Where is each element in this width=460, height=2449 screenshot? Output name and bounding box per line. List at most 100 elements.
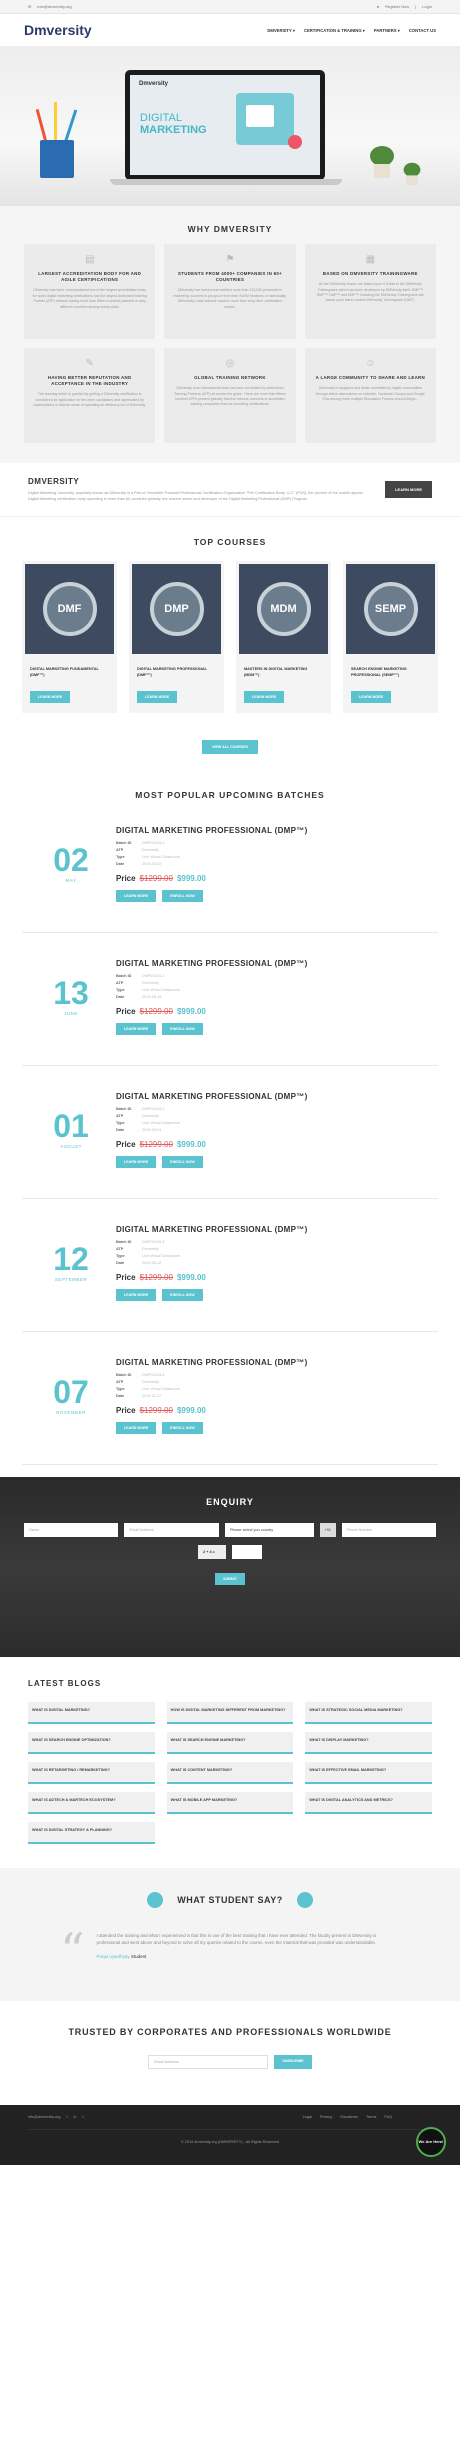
twitter-icon[interactable]: t [83,2115,84,2119]
why-card: ◎ GLOBAL TRAINING NETWORK DMversity is an … [164,348,296,443]
batch-date: 2019-05-02 [142,862,162,867]
blog-item[interactable]: WHAT IS DISPLAY MARKETING? [305,1732,432,1755]
batch-learn-more-button[interactable]: LEARN MORE [116,1023,157,1036]
course-learn-more-button[interactable]: LEARN MORE [30,691,71,704]
course-card[interactable]: DMF DIGITAL MARKETING FUNDAMENTAL (DMF™) L… [22,561,117,714]
logo[interactable]: Dmversity [24,22,92,38]
enroll-now-button[interactable]: ENROLL NOW [162,1023,203,1036]
batch-type: Live Virtual Classroom [142,1254,180,1259]
topbar-email[interactable]: info@dmversity.org [37,4,71,9]
upcoming-batches-section: MOST POPULAR UPCOMING BATCHES 02 MAY DIGI… [0,778,460,1477]
mail-icon: ✉ [28,4,32,9]
enroll-now-button[interactable]: ENROLL NOW [162,1156,203,1169]
blog-item[interactable]: WHAT IS DIGITAL ANALYTICS AND METRICS? [305,1792,432,1815]
blog-item[interactable]: WHAT IS EFFECTIVE EMAIL MARKETING? [305,1762,432,1785]
blog-item[interactable]: WHAT IS MOBILE APP MARKETING? [166,1792,294,1815]
course-card[interactable]: MDM MASTERS IN DIGITAL MARKETING (MDM™) LE… [236,561,331,714]
phone-input[interactable]: Phone Number [341,1523,436,1538]
footer-link-terms[interactable]: Terms [366,2115,376,2119]
footer-email[interactable]: info@dmversity.org [28,2115,60,2119]
certificate-icon: ▤ [84,254,95,265]
view-all-courses-button[interactable]: VIEW ALL COURSES [202,740,258,755]
footer-link-privacy[interactable]: Privacy [320,2115,332,2119]
top-bar: ✉ info@dmversity.org ● Register Now | Login [0,0,460,14]
batch-atp: Dmversity [142,848,159,853]
enquiry-title: ENQUIRY [206,1497,254,1508]
next-arrow-icon[interactable] [296,1892,313,1909]
course-card[interactable]: SEMP SEARCH ENGINE MARKETING PROFESSIONAL… [343,561,438,714]
course-learn-more-button[interactable]: LEARN MORE [137,691,178,704]
batch-type: Live Virtual Classroom [142,988,180,993]
blog-item[interactable]: WHAT IS CONTENT MARKETING? [166,1762,294,1785]
batch-type: Live Virtual Classroom [142,855,180,860]
batch-type: Live Virtual Classroom [142,1387,180,1392]
trusted-section: TRUSTED BY CORPORATES AND PROFESSIONALS … [0,2001,460,2105]
blog-item[interactable]: WHAT IS SEARCH ENGINE OPTIMIZATION? [28,1732,155,1755]
footer-link-faq[interactable]: FAQ [384,2115,392,2119]
testimonial-role: Student [130,1954,147,1960]
submit-button[interactable]: SUBMIT [215,1573,245,1586]
batch-learn-more-button[interactable]: LEARN MORE [116,890,157,903]
book-icon: ▦ [365,254,376,265]
captcha-input[interactable] [232,1545,262,1560]
course-card[interactable]: DMP DIGITAL MARKETING PROFESSIONAL (DMP™)… [129,561,224,714]
enroll-now-button[interactable]: ENROLL NOW [162,890,203,903]
name-input[interactable]: Name [24,1523,119,1538]
blog-item[interactable]: WHAT IS ADTECH & MARTECH ECOSYSTEM? [28,1792,155,1815]
testimonial-title: WHAT STUDENT SAY? [177,1895,283,1906]
batch-learn-more-button[interactable]: LEARN MORE [116,1156,157,1169]
trusted-title: TRUSTED BY CORPORATES AND PROFESSIONALS … [68,2026,392,2037]
nav-item-contact[interactable]: CONTACT US [409,28,436,33]
students-icon: ⚑ [225,254,235,265]
enroll-now-button[interactable]: ENROLL NOW [162,1422,203,1435]
new-price: $999.00 [176,1007,206,1017]
batch-title: DIGITAL MARKETING PROFESSIONAL (DMP™) [116,1358,308,1368]
email-input[interactable]: Email Address [124,1523,219,1538]
batch-day: 01 [53,1108,89,1145]
batch-title: DIGITAL MARKETING PROFESSIONAL (DMP™) [116,1225,308,1235]
blog-item[interactable]: HOW IS DIGITAL MARKETING DIFFERENT FROM … [166,1702,294,1725]
new-price: $999.00 [176,874,206,884]
course-learn-more-button[interactable]: LEARN MORE [351,691,392,704]
old-price: $1299.00 [139,1140,173,1150]
enroll-now-button[interactable]: ENROLL NOW [162,1289,203,1302]
login-link[interactable]: Login [422,4,432,9]
facebook-icon[interactable]: f [66,2115,67,2119]
blog-item[interactable]: WHAT IS STRATEGIC SOCIAL MEDIA MARKETING… [305,1702,432,1725]
about-text: Digital Marketing University, popularly … [28,491,363,501]
course-learn-more-button[interactable]: LEARN MORE [244,691,285,704]
register-link[interactable]: Register Now [385,4,409,9]
batch-atp: Dmversity [142,1380,159,1385]
learn-more-button[interactable]: LEARN MORE [385,481,432,499]
batch-month: MAY [65,878,77,884]
blog-item[interactable]: WHAT IS DIGITAL MARKETING? [28,1702,155,1725]
footer-link-legal[interactable]: Legal [303,2115,312,2119]
batch-learn-more-button[interactable]: LEARN MORE [116,1289,157,1302]
footer-link-disclaimer[interactable]: Disclaimer [340,2115,358,2119]
nav-item-certification[interactable]: CERTIFICATION & TRAINING ▾ [304,28,365,33]
linkedin-icon[interactable]: in [74,2115,77,2119]
screen-title: DIGITAL MARKETING [140,112,207,136]
blog-item[interactable]: WHAT IS DIGITAL STRATEGY & PLANNING? [28,1822,155,1845]
prev-arrow-icon[interactable] [147,1892,164,1909]
subscribe-email-input[interactable]: Email Address [148,2054,269,2069]
old-price: $1299.00 [139,1007,173,1017]
plant-image-2 [403,162,421,186]
batch-day: 12 [53,1241,89,1278]
batch-id: DMP01234-0 [142,841,165,846]
why-card: ▦ BASED ON DMVERSITY TRAININGWARE All the … [304,244,436,339]
blog-item[interactable]: WHAT IS SEARCH ENGINE MARKETING? [166,1732,294,1755]
enquiry-section: ENQUIRY Name Email Address Please select… [0,1477,460,1658]
nav-item-dmversity[interactable]: DMVERSITY ▾ [267,28,295,33]
old-price: $1299.00 [139,1406,173,1416]
nav-item-partners[interactable]: PARTNERS ▾ [374,28,400,33]
blog-item[interactable]: WHAT IS RETARGETING / REMARKETING? [28,1762,155,1785]
upcoming-title: MOST POPULAR UPCOMING BATCHES [135,790,325,801]
batch-month: SEPTEMBER [54,1277,88,1283]
plant-image [370,146,394,178]
country-select[interactable]: Please select you country [224,1523,314,1538]
chat-widget-button[interactable]: We Are Here! [416,2126,446,2157]
subscribe-button[interactable]: SUBSCRIBE [274,2054,312,2069]
batch-item: 02 MAY DIGITAL MARKETING PROFESSIONAL (DM… [22,800,438,934]
batch-learn-more-button[interactable]: LEARN MORE [116,1422,157,1435]
